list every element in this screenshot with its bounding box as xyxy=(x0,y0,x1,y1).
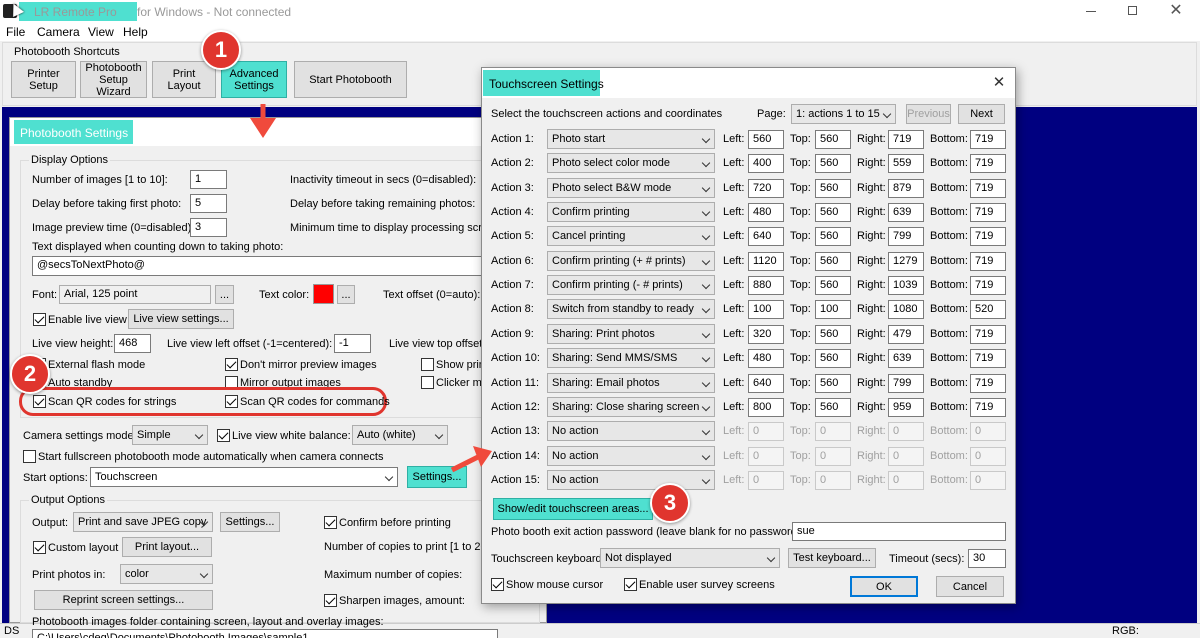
arrow-right-icon xyxy=(450,446,492,473)
arrow-down-icon xyxy=(250,104,276,138)
step-badge-2: 2 xyxy=(10,354,50,394)
step-badge-3: 3 xyxy=(650,483,690,523)
step-badge-1: 1 xyxy=(201,30,241,70)
annotation-arrows xyxy=(250,104,492,473)
